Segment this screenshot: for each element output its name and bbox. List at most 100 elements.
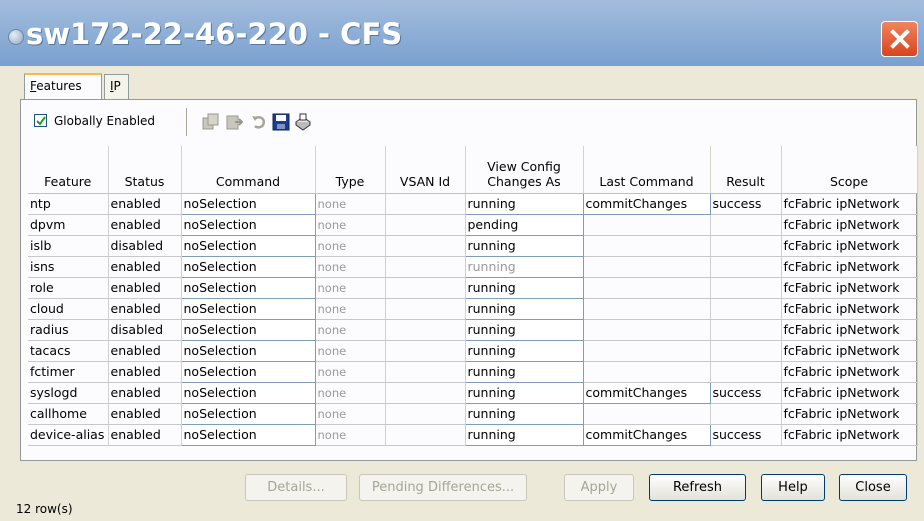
table-row[interactable]: islb disabled noSelection none running fcFabr… [28, 235, 918, 257]
table-cell-status: enabled [108, 361, 182, 383]
table-row[interactable]: role enabled noSelection none running fcFabri… [28, 277, 918, 299]
table-cell-scope: fcFabric ipNetwork [781, 256, 918, 278]
table-cell-type: none [315, 277, 386, 299]
column-header-command[interactable]: Command [181, 146, 316, 194]
table-cell-command[interactable]: noSelection [180, 277, 316, 299]
table-row[interactable]: cloud enabled noSelection none running fcFabr… [28, 298, 918, 320]
title-bar[interactable]: sw172-22-46-220 - CFS [0, 0, 924, 66]
table-cell-view-config-changes-as[interactable]: running [464, 424, 584, 446]
column-header-text: Feature [44, 174, 92, 189]
table-cell-type: none [315, 424, 386, 446]
tab-features[interactable]: Features [24, 73, 102, 100]
globally-enabled-checkbox[interactable] [34, 114, 47, 127]
table-cell-type: none [315, 382, 386, 404]
refresh-button[interactable]: Refresh [649, 474, 746, 501]
table-cell-scope: fcFabric ipNetwork [781, 340, 918, 362]
column-header-text: Scope [829, 174, 869, 189]
table-cell-command[interactable]: noSelection [180, 193, 316, 215]
table-row[interactable]: radius disabled noSelection none running fcFa… [28, 319, 918, 341]
table-cell-last-command [583, 235, 711, 257]
table-cell-feature: ntp [28, 193, 109, 215]
table-row[interactable]: ntp enabled noSelection none running commitCh… [28, 193, 918, 215]
table-cell-scope: fcFabric ipNetwork [781, 235, 918, 257]
table-cell-command[interactable]: noSelection [180, 361, 316, 383]
table-cell-result: success [710, 382, 782, 404]
table-cell-command[interactable]: noSelection [180, 424, 316, 446]
table-cell-command[interactable]: noSelection [180, 319, 316, 341]
column-header-scope[interactable]: Scope [781, 146, 918, 194]
table-cell-last-command: commitChanges [582, 424, 711, 446]
table-cell-view-config-changes-as[interactable]: running [464, 193, 584, 215]
table-cell-status: enabled [108, 403, 182, 425]
table-row[interactable]: tacacs enabled noSelection none running fcFab… [28, 340, 918, 362]
column-header-text: Last Command [599, 174, 694, 189]
column-header-feature[interactable]: Feature [28, 146, 109, 194]
table-cell-view-config-changes-as[interactable]: pending [464, 214, 584, 236]
column-header-view-config-changes-as[interactable]: View Config Changes As [465, 146, 584, 194]
table-cell-vsan-id [385, 319, 466, 341]
table-body: ntp enabled noSelection none running commitCh… [28, 193, 918, 446]
details-button[interactable]: Details... [245, 474, 347, 501]
paste-icon[interactable] [226, 113, 244, 131]
table-cell-status: enabled [108, 340, 182, 362]
table-cell-feature: radius [28, 319, 109, 341]
table-cell-command[interactable]: noSelection [180, 214, 316, 236]
table-cell-view-config-changes-as[interactable]: running [464, 382, 584, 404]
table-row[interactable]: syslogd enabled noSelection none running comm… [28, 382, 918, 404]
help-button[interactable]: Help [761, 474, 825, 501]
table-cell-scope: fcFabric ipNetwork [781, 193, 918, 215]
table-cell-command[interactable]: noSelection [180, 256, 316, 278]
table-row[interactable]: isns enabled noSelection none running fcFabri… [28, 256, 918, 278]
column-header-text: Result [726, 174, 765, 189]
pending-differences-button[interactable]: Pending Differences... [359, 474, 527, 501]
table-cell-result [710, 256, 782, 278]
table-row[interactable]: dpvm enabled noSelection none pending fcFabri… [28, 214, 918, 236]
table-cell-last-command [583, 256, 711, 278]
save-icon[interactable] [272, 113, 290, 131]
table-cell-result [710, 214, 782, 236]
table-cell-view-config-changes-as[interactable]: running [464, 361, 584, 383]
window-close-button[interactable] [881, 21, 918, 57]
table-cell-view-config-changes-as[interactable]: running [464, 319, 584, 341]
cfs-window: sw172-22-46-220 - CFS Features IP Global… [0, 0, 924, 521]
table-cell-feature: device-alias [28, 424, 109, 446]
table-cell-feature: cloud [28, 298, 109, 320]
table-cell-view-config-changes-as[interactable]: running [464, 235, 584, 257]
table-cell-result [710, 319, 782, 341]
table-cell-result: success [710, 193, 782, 215]
table-cell-scope: fcFabric ipNetwork [781, 424, 918, 446]
table-row[interactable]: callhome enabled noSelection none running fcF… [28, 403, 918, 425]
table-cell-view-config-changes-as[interactable]: running [464, 340, 584, 362]
table-cell-view-config-changes-as[interactable]: running [464, 277, 584, 299]
table-cell-result [710, 361, 782, 383]
table-cell-scope: fcFabric ipNetwork [781, 214, 918, 236]
undo-icon[interactable] [250, 113, 268, 131]
tab-ip[interactable]: IP [104, 74, 129, 99]
table-cell-command[interactable]: noSelection [180, 340, 316, 362]
table-row[interactable]: fctimer enabled noSelection none running fcFa… [28, 361, 918, 383]
table-cell-command[interactable]: noSelection [180, 235, 316, 257]
close-button[interactable]: Close [839, 474, 907, 501]
table-cell-command[interactable]: noSelection [180, 403, 316, 425]
table-cell-vsan-id [385, 193, 466, 215]
table-row[interactable]: device-alias enabled noSelection none runnin… [28, 424, 918, 446]
table-cell-feature: syslogd [28, 382, 109, 404]
column-header-last-command[interactable]: Last Command [583, 146, 711, 194]
column-header-status[interactable]: Status [108, 146, 182, 194]
table-cell-view-config-changes-as[interactable]: running [464, 298, 584, 320]
table-cell-result [710, 298, 782, 320]
table-cell-command[interactable]: noSelection [180, 298, 316, 320]
table-cell-view-config-changes-as[interactable]: running [464, 256, 584, 278]
table-cell-command[interactable]: noSelection [180, 382, 316, 404]
table-cell-feature: islb [28, 235, 109, 257]
table-cell-type: none [315, 403, 386, 425]
column-header-type[interactable]: Type [315, 146, 386, 194]
table-cell-view-config-changes-as[interactable]: running [464, 403, 584, 425]
copy-icon[interactable] [202, 113, 220, 131]
column-header-vsan-id[interactable]: VSAN Id [385, 146, 466, 194]
table-cell-last-command [583, 340, 711, 362]
print-icon[interactable] [294, 113, 312, 131]
column-header-result[interactable]: Result [710, 146, 782, 194]
apply-button[interactable]: Apply [564, 474, 634, 501]
table-cell-last-command [583, 361, 711, 383]
